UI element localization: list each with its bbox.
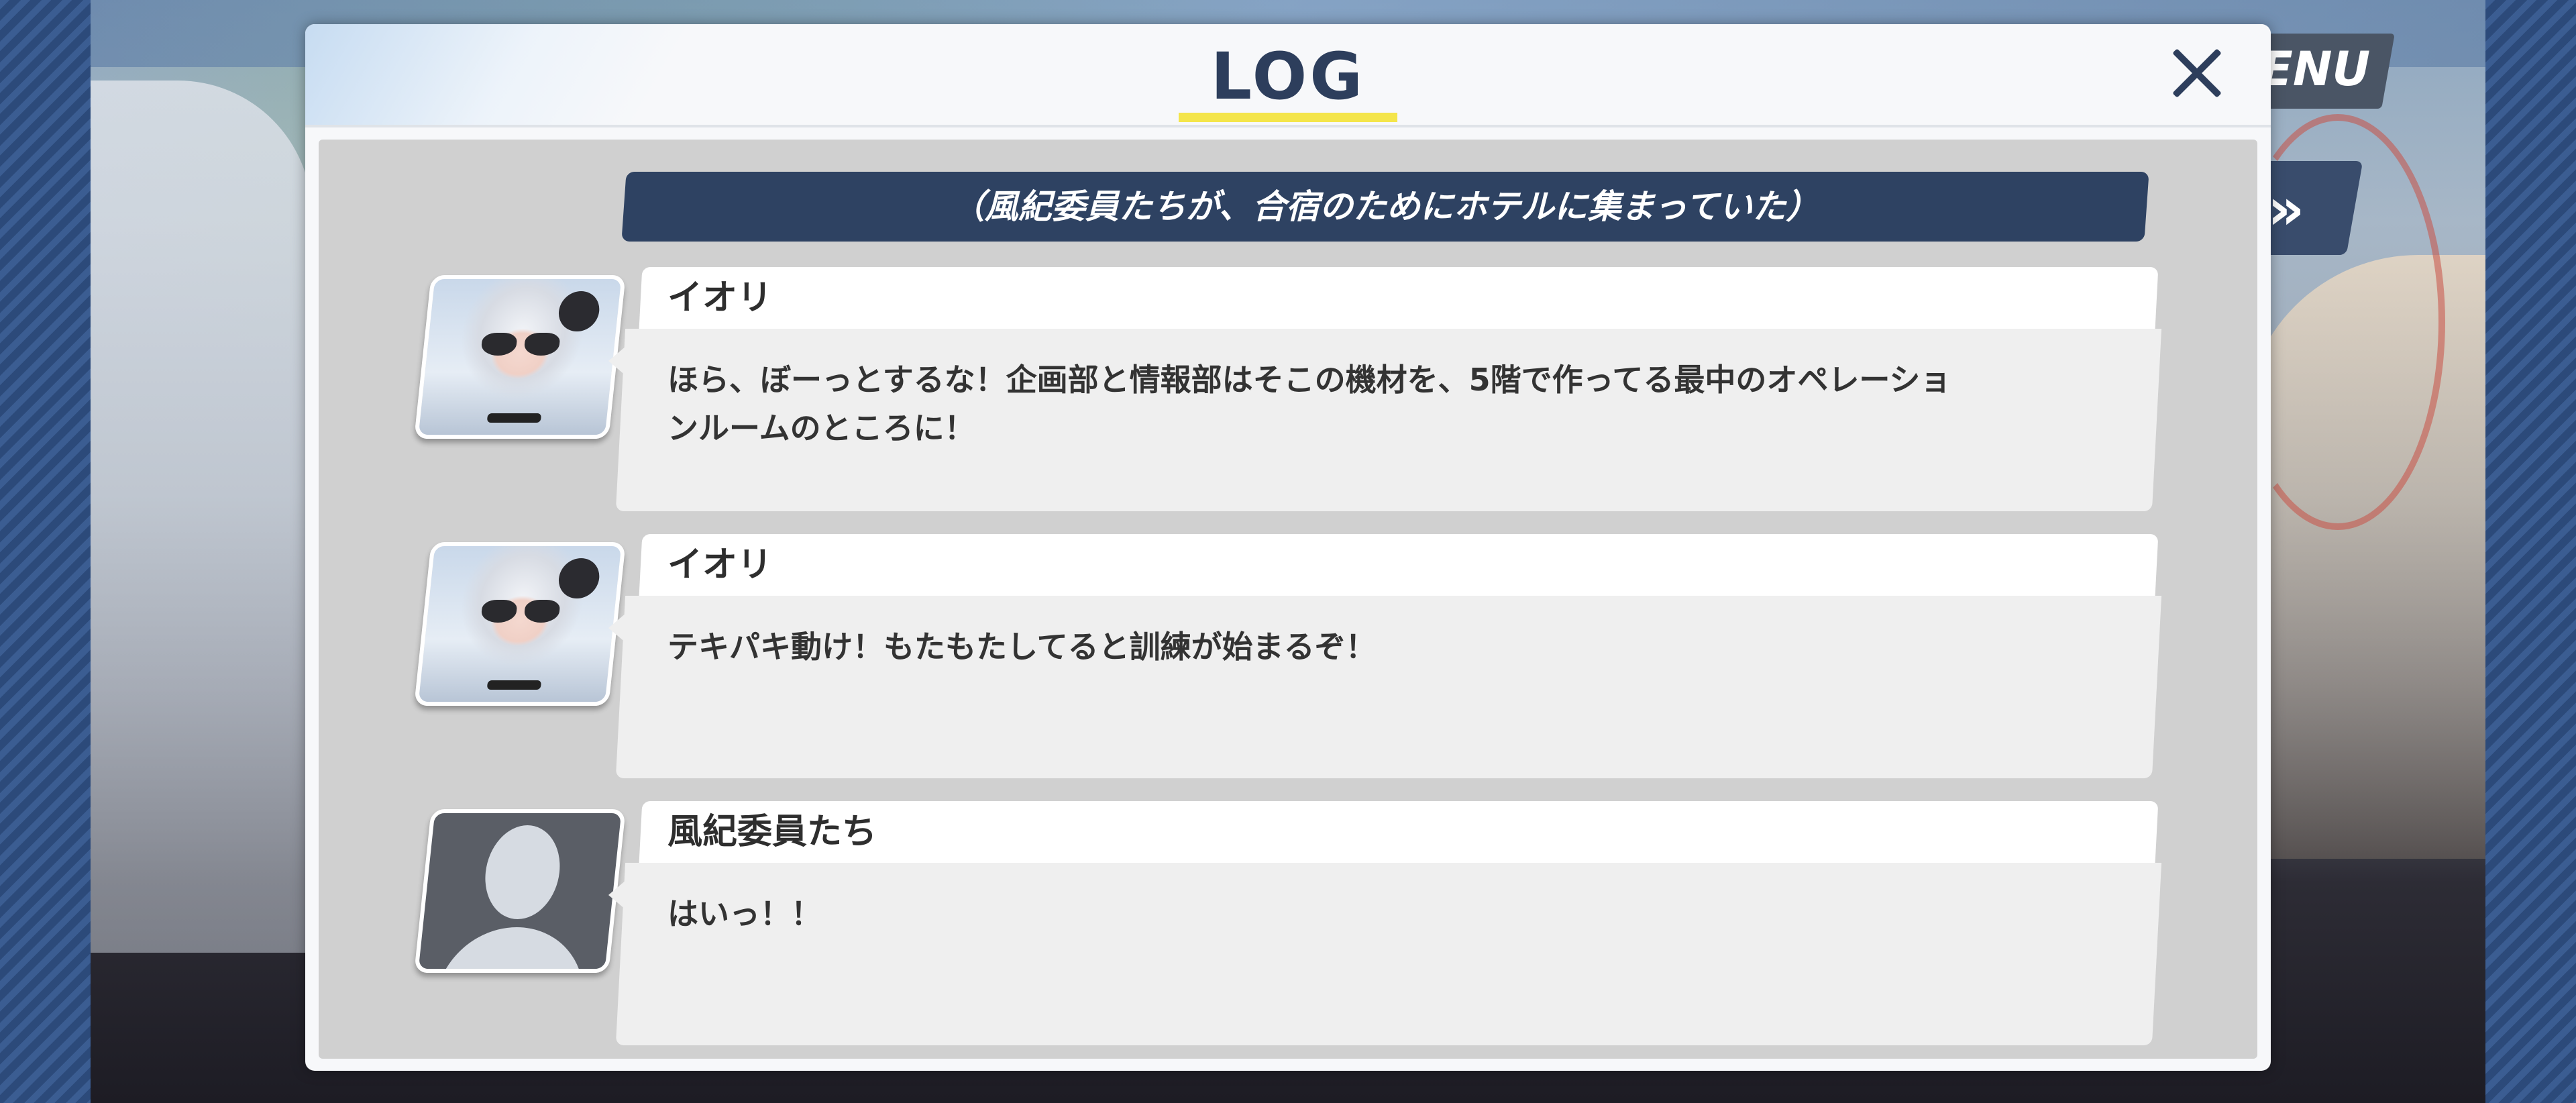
message-pointer [608,613,626,643]
message-text: ほら、ぼーっとするな！企画部と情報部はそこの機材を、5階で作ってる最中のオペレー… [667,362,1951,446]
log-title: LOG [1210,39,1366,114]
narration-text: （風紀委員たちが、合宿のためにホテルに集まっていた） [951,187,1820,226]
message-pointer [608,346,626,376]
speaker-name-bar [639,534,2159,596]
speaker-name: 風紀委員たち [667,812,877,852]
choker [486,680,542,690]
log-header: LOG [305,24,2271,127]
hair-bow [556,558,602,598]
right-border-stripes [2485,0,2576,1103]
message-text: はいっ！！ [667,896,822,932]
speaker-name-bar [639,267,2159,329]
silhouette-head [480,825,565,919]
message-pointer [608,880,626,910]
speaker-avatar-placeholder [414,809,626,973]
fast-forward-icon: » [2267,176,2304,243]
close-icon[interactable] [2160,38,2234,111]
speaker-name: イオリ [667,545,773,585]
choker [486,413,542,423]
silhouette-shoulders [434,927,591,973]
menu-button-label: ENU [2261,42,2371,97]
log-entry: イオリ テキパキ動け！もたもたしてると訓練が始まるぞ！ [319,534,2257,789]
log-list[interactable]: （風紀委員たちが、合宿のためにホテルに集まっていた） イオリ ほら、ぼーっとする… [319,140,2257,1059]
left-border-stripes [0,0,91,1103]
sunglasses [480,333,564,358]
speaker-avatar [414,542,626,706]
background-character-left [91,81,312,953]
log-window: LOG （風紀委員たちが、合宿のためにホテルに集まっていた） イオリ ほら、ぼー… [305,24,2271,1071]
log-entry: イオリ ほら、ぼーっとするな！企画部と情報部はそこの機材を、5階で作ってる最中の… [319,267,2257,522]
title-underline [1179,113,1397,122]
log-entry: 風紀委員たち はいっ！！ [319,801,2257,1056]
sunglasses [480,600,564,625]
message-text: テキパキ動け！もたもたしてると訓練が始まるぞ！ [667,629,1377,665]
hair-bow [556,291,602,331]
speaker-avatar [414,275,626,439]
speaker-name: イオリ [667,278,773,318]
